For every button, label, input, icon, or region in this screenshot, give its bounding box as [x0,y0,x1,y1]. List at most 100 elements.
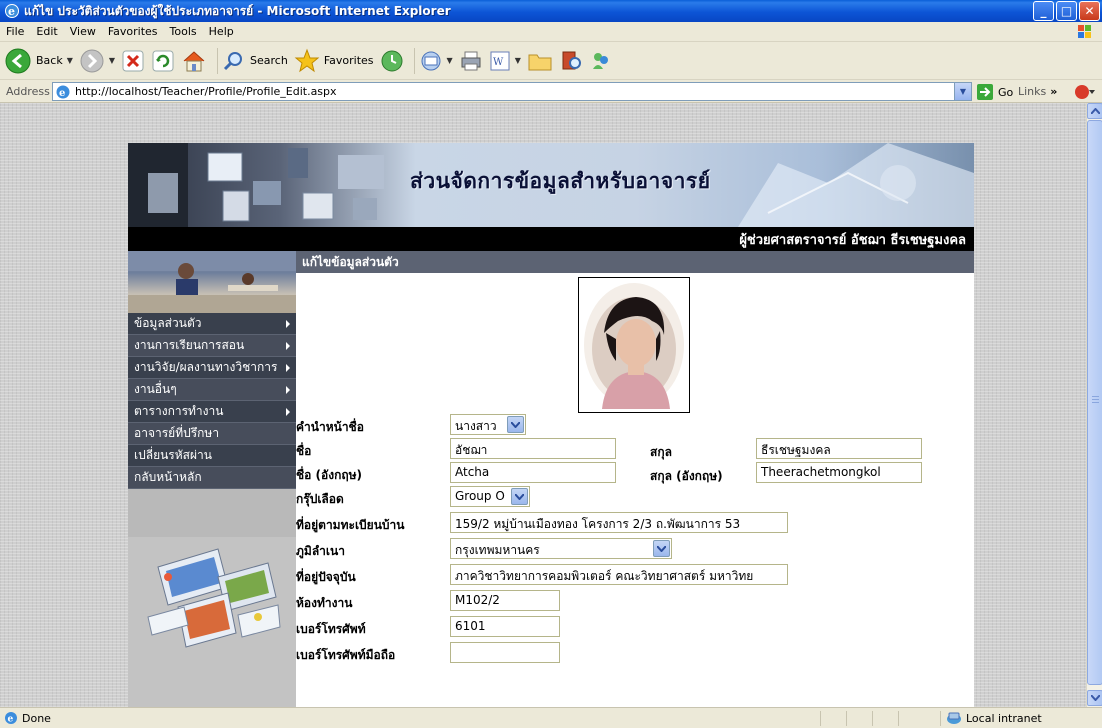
registered-address-label: ที่อยู่ตามทะเบียนบ้าน [296,518,405,532]
office-field[interactable]: M102/2 [450,590,560,611]
toolbar: Back ▼ ▼ Search Favorites ▼ W ▼ [0,42,1102,80]
sidebar-item-teaching[interactable]: งานการเรียนการสอน [128,335,296,357]
sidebar-item-other-work[interactable]: งานอื่นๆ [128,379,296,401]
chevron-up-icon [1090,108,1100,114]
links-label: Links [1018,85,1047,98]
favorites-button[interactable]: Favorites [294,48,374,74]
hometown-label: ภูมิลำเนา [296,544,345,558]
extension-icon[interactable] [1074,83,1096,101]
sidebar-computer-illustration [128,537,296,707]
minimize-button[interactable]: _ [1033,1,1054,21]
hometown-select[interactable]: กรุงเทพมหานคร [450,538,672,559]
window-controls: _ □ ✕ [1033,1,1100,21]
history-button[interactable] [380,49,404,73]
close-button[interactable]: ✕ [1079,1,1100,21]
links-button[interactable]: Links» [1018,85,1057,98]
office-row: ห้องทำงาน M102/2 [296,589,974,613]
sidebar-item-label: งานการเรียนการสอน [134,338,245,352]
registered-address-row: ที่อยู่ตามทะเบียนบ้าน 159/2 หมู่บ้านเมือ… [296,511,974,535]
folder-button[interactable] [527,50,553,72]
name-row: ชื่อ อัชฌา สกุล ธีรเชษฐมงคล [296,437,974,461]
svg-text:e: e [59,88,65,99]
status-divider [872,711,873,726]
grip-line [1092,402,1099,403]
forward-button[interactable]: ▼ [79,48,115,74]
profile-portrait-image [584,283,684,409]
sidebar-item-advisor[interactable]: อาจารย์ที่ปรึกษา [128,423,296,445]
edit-button[interactable]: W ▼ [489,50,521,72]
blood-group-select[interactable]: Group O [450,486,530,507]
svg-text:W: W [493,57,504,68]
title-bar: e แก้ไข ประวัติส่วนตัวของผู้ใช้ประเภทอาจ… [0,0,1102,22]
mail-button[interactable]: ▼ [419,49,453,73]
history-icon [381,50,403,71]
address-dropdown-icon[interactable]: ▼ [954,83,971,100]
prefix-label: คำนำหน้าชื่อ [296,420,364,434]
menu-file[interactable]: File [0,25,30,38]
status-bar: e Done Local intranet [0,707,1102,728]
address-input[interactable]: e http://localhost/Teacher/Profile/Profi… [52,82,972,101]
search-label: Search [250,54,288,67]
grip-line [1092,396,1099,397]
home-button[interactable] [181,49,207,73]
scroll-thumb[interactable] [1087,120,1102,685]
mobile-field[interactable] [450,642,560,663]
mail-dropdown-icon[interactable]: ▼ [447,56,453,65]
office-label: ห้องทำงาน [296,596,353,610]
first-name-field[interactable]: อัชฌา [450,438,616,459]
refresh-button[interactable] [151,49,175,73]
current-address-field[interactable]: ภาควิชาวิทยาการคอมพิวเตอร์ คณะวิทยาศาสตร… [450,564,788,585]
phone-field[interactable]: 6101 [450,616,560,637]
maximize-button[interactable]: □ [1056,1,1077,21]
forward-arrow-icon [80,49,104,72]
folder-icon [528,54,552,70]
content-area: แก้ไขข้อมูลส่วนตัว คำนำหน้าชื่อ นางสาว ช… [296,251,974,707]
back-dropdown-icon[interactable]: ▼ [67,56,73,65]
sidebar-item-label: อาจารย์ที่ปรึกษา [134,426,220,440]
scroll-up-button[interactable] [1087,103,1102,119]
sidebar-item-change-password[interactable]: เปลี่ยนรหัสผ่าน [128,445,296,467]
submenu-arrow-icon [286,320,290,328]
menu-view[interactable]: View [64,25,102,38]
sidebar-item-home[interactable]: กลับหน้าหลัก [128,467,296,489]
menu-favorites[interactable]: Favorites [102,25,164,38]
favorites-label: Favorites [323,54,374,67]
back-button[interactable]: Back ▼ [4,47,73,75]
back-label: Back [36,54,63,67]
hometown-row: ภูมิลำเนา กรุงเทพมหานคร [296,537,974,561]
blood-group-value: Group O [455,489,505,503]
registered-address-field[interactable]: 159/2 หมู่บ้านเมืองทอง โครงการ 2/3 ถ.พัฒ… [450,512,788,533]
address-label: Address [6,84,50,98]
first-name-en-field[interactable]: Atcha [450,462,616,483]
stop-button[interactable] [121,49,145,73]
edit-dropdown-icon[interactable]: ▼ [515,56,521,65]
submenu-arrow-icon [286,364,290,372]
menu-edit[interactable]: Edit [30,25,63,38]
sidebar-item-personal-info[interactable]: ข้อมูลส่วนตัว [128,313,296,335]
current-address-row: ที่อยู่ปัจจุบัน ภาควิชาวิทยาการคอมพิวเตอ… [296,563,974,587]
last-name-field[interactable]: ธีรเชษฐมงคล [756,438,922,459]
printer-icon [461,51,481,70]
research-button[interactable] [559,49,583,73]
forward-dropdown-icon[interactable]: ▼ [109,56,115,65]
profile-photo [578,277,690,413]
menu-help[interactable]: Help [203,25,240,38]
search-button[interactable]: Search [222,49,288,73]
research-book-icon [562,51,581,69]
sidebar-item-research[interactable]: งานวิจัย/ผลงานทางวิชาการ [128,357,296,379]
phone-row: เบอร์โทรศัพท์ 6101 [296,615,974,639]
prefix-select[interactable]: นางสาว [450,414,526,435]
sidebar-item-schedule[interactable]: ตารางการทำงาน [128,401,296,423]
scroll-down-button[interactable] [1087,690,1102,706]
print-button[interactable] [459,49,483,73]
vertical-scrollbar[interactable] [1086,103,1102,707]
last-name-en-field[interactable]: Theerachetmongkol [756,462,922,483]
messenger-button[interactable] [589,49,613,73]
submenu-arrow-icon [286,386,290,394]
go-button[interactable]: Go [976,83,1013,101]
last-name-label: สกุล [650,445,672,459]
page-icon: e [56,85,70,99]
stop-icon [122,50,144,71]
menu-tools[interactable]: Tools [164,25,203,38]
links-chevron-icon: » [1050,85,1058,98]
